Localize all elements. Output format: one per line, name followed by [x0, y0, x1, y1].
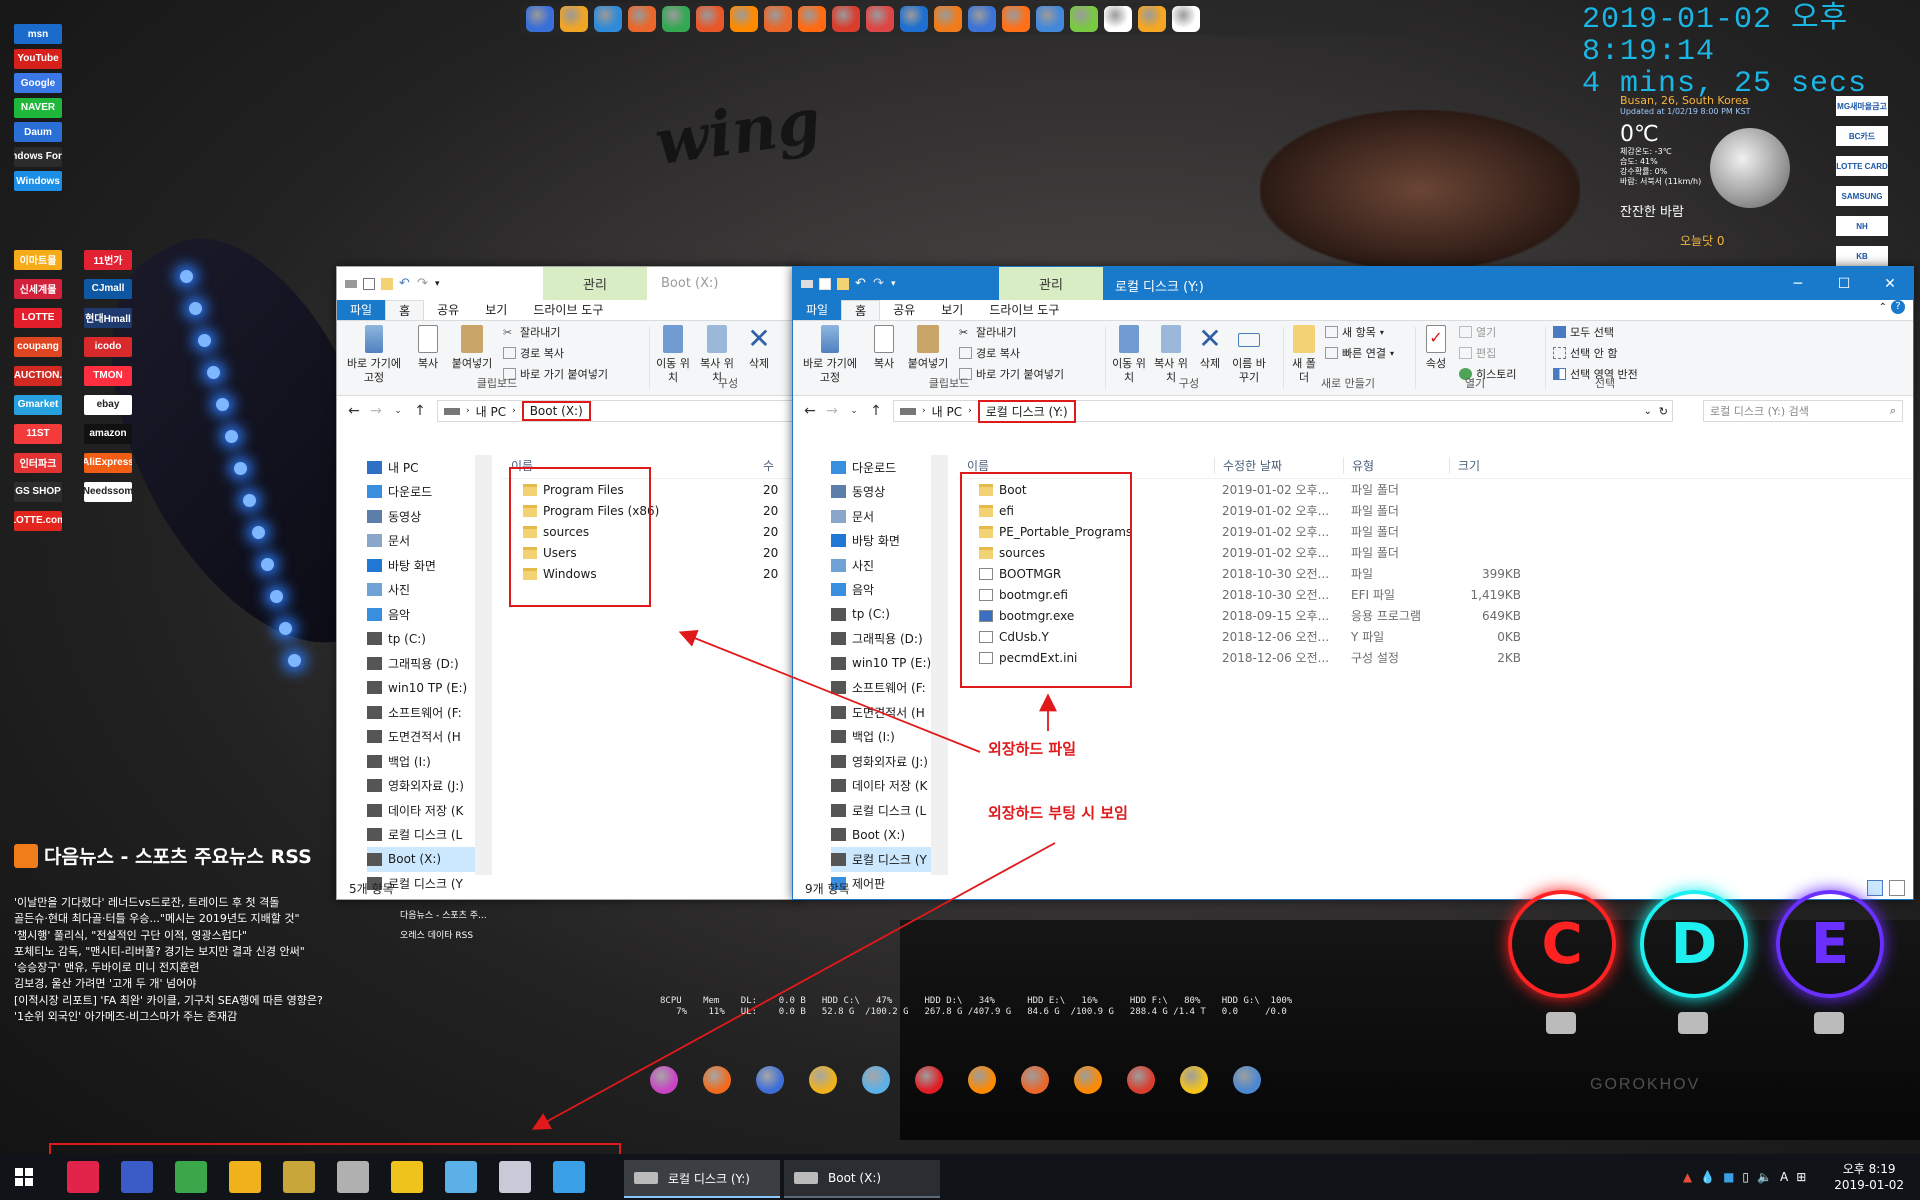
pinned-app-icon [499, 1161, 531, 1193]
pinned-app-icon [121, 1161, 153, 1193]
bottom-dock-app-icon-9[interactable] [1127, 1066, 1155, 1094]
pinned-app-icon [337, 1161, 369, 1193]
bottom-dock-app-icon-1[interactable] [703, 1066, 731, 1094]
annotation-external-files: 외장하드 파일 [988, 740, 1077, 758]
sysmon-meter: HDD F:\ 80% 288.4 G /1.4 T [1129, 996, 1206, 1017]
tray-keyboard-icon[interactable]: ⊞ [1796, 1170, 1806, 1184]
drive-icon [794, 1172, 818, 1184]
bottom-dock-app-icon-5[interactable] [915, 1066, 943, 1094]
bottom-dock-app-icon-4[interactable] [862, 1066, 890, 1094]
tray-usb-icon[interactable]: ▯ [1742, 1170, 1749, 1184]
taskbar-pinned-app-3[interactable] [218, 1154, 272, 1200]
bottom-dock-app-icon-6[interactable] [968, 1066, 996, 1094]
system-monitor: 8CPU 7% Mem 11% DL: 0.0 B UL: 0.0 B HDD C:\… [660, 996, 1292, 1018]
tray-drop-icon[interactable]: 💧 [1700, 1170, 1715, 1184]
taskbar-pinned-app-7[interactable] [434, 1154, 488, 1200]
rss-item[interactable]: [이적시장 리포트] 'FA 최완' 카이클, 기구치 SEA행에 따른 영향은… [14, 993, 344, 1009]
bottom-dock-app-icon-3[interactable] [809, 1066, 837, 1094]
taskbar-pinned-app-8[interactable] [488, 1154, 542, 1200]
bottom-dock-app-icon-2[interactable] [756, 1066, 784, 1094]
drive-icon [634, 1172, 658, 1184]
pinned-app-icon [445, 1161, 477, 1193]
system-tray: ▲ 💧 ■ ▯ 🔈 A ⊞ 오후 8:19 2019-01-02 [1683, 1154, 1920, 1200]
drive-action-icon[interactable] [1678, 1012, 1708, 1034]
taskbar-pinned-app-6[interactable] [380, 1154, 434, 1200]
drive-letter: E [1810, 911, 1850, 977]
pinned-app-icon [67, 1161, 99, 1193]
rss-widget: 다음뉴스 - 스포츠 주요뉴스 RSS '이날만을 기다렸다' 레너드vs드로잔… [14, 842, 344, 1025]
rss-item[interactable]: '1순위 외국인' 아가메즈-비그스마가 주는 존재감 [14, 1009, 344, 1025]
rss-item[interactable]: 골든슈·현대 최다골·터틀 우승..."메시는 2019년도 지배할 것" [14, 911, 344, 927]
bottom-dock-app-icon-11[interactable] [1233, 1066, 1261, 1094]
taskbar-task-local-disk-y[interactable]: 로컬 디스크 (Y:) [624, 1160, 780, 1198]
rss-item[interactable]: 김보경, 울산 가려면 '고개 두 개' 넘어야 [14, 976, 344, 992]
pinned-app-icon [175, 1161, 207, 1193]
taskbar-time: 오후 8:19 [1842, 1162, 1896, 1176]
rss-items: '이날만을 기다렸다' 레너드vs드로잔, 트레이드 후 첫 격돌 골든슈·현대 … [14, 895, 344, 1025]
windows-logo-icon [15, 1168, 33, 1186]
taskbar: 로컬 디스크 (Y:) Boot (X:) ▲ 💧 ■ ▯ 🔈 A ⊞ 오후 8… [0, 1154, 1920, 1200]
annotation-external-boot-visible: 외장하드 부팅 시 보임 [988, 804, 1128, 822]
pinned-app-icon [283, 1161, 315, 1193]
drive-action-icon[interactable] [1814, 1012, 1844, 1034]
arrow-to-boot-files [678, 629, 981, 753]
taskbar-pinned-app-0[interactable] [56, 1154, 110, 1200]
tray-shield-icon[interactable]: ■ [1723, 1170, 1734, 1184]
taskbar-task-boot-x[interactable]: Boot (X:) [784, 1160, 940, 1198]
sysmon-meter: 8CPU 7% [660, 996, 688, 1017]
bottom-dock [650, 1066, 1261, 1094]
pinned-app-icon [229, 1161, 261, 1193]
rss-item[interactable]: 포체티노 감독, "맨시티-리버풀? 경기는 보지만 결과 신경 안써" [14, 944, 344, 960]
rss-side-list: 다음뉴스 - 스포츠 주... 오레스 데이타 RSS [400, 906, 487, 946]
rss-item[interactable]: '챔시행' 풀리식, "전설적인 구단 이적, 영광스럽다" [14, 928, 344, 944]
sysmon-meter: HDD E:\ 16% 84.6 G /100.9 G [1027, 996, 1114, 1017]
drive-ring-c[interactable]: C [1508, 890, 1616, 998]
rss-item[interactable]: '이날만을 기다렸다' 레너드vs드로잔, 트레이드 후 첫 격돌 [14, 895, 344, 911]
bottom-dock-app-icon-7[interactable] [1021, 1066, 1049, 1094]
taskbar-pinned-app-2[interactable] [164, 1154, 218, 1200]
drive-ring-e[interactable]: E [1776, 890, 1884, 998]
gorokhov-watermark: GOROKHOV [1590, 1076, 1701, 1093]
volume-icon[interactable]: 🔈 [1757, 1170, 1772, 1184]
bottom-dock-app-icon-0[interactable] [650, 1066, 678, 1094]
sysmon-meter: Mem 11% [703, 996, 725, 1017]
drive-ring-d[interactable]: D [1640, 890, 1748, 998]
bottom-dock-app-icon-10[interactable] [1180, 1066, 1208, 1094]
pinned-app-icon [553, 1161, 585, 1193]
rss-title[interactable]: 다음뉴스 - 스포츠 주요뉴스 RSS [14, 842, 344, 869]
taskbar-pinned-app-1[interactable] [110, 1154, 164, 1200]
drive-letter: D [1670, 911, 1718, 977]
bottom-dock-app-icon-8[interactable] [1074, 1066, 1102, 1094]
rss-icon [14, 843, 38, 868]
ime-indicator[interactable]: A [1780, 1170, 1788, 1184]
taskbar-pinned-app-4[interactable] [272, 1154, 326, 1200]
tray-app-icon[interactable]: ▲ [1683, 1170, 1692, 1184]
sysmon-meter: HDD G:\ 100% 0.0 /0.0 [1221, 996, 1293, 1017]
taskbar-date: 2019-01-02 [1834, 1178, 1904, 1192]
sysmon-meter: HDD C:\ 47% 52.8 G /100.2 G [821, 996, 909, 1017]
taskbar-pinned-apps [56, 1154, 596, 1200]
sysmon-meter: DL: 0.0 B UL: 0.0 B [740, 996, 806, 1017]
drive-letter: C [1541, 911, 1583, 977]
rss-side-item[interactable]: 오레스 데이타 RSS [400, 926, 487, 946]
rss-item[interactable]: '승승장구' 맨유, 두바이로 미니 전지훈련 [14, 960, 344, 976]
sysmon-meter: HDD D:\ 34% 267.8 G /407.9 G [924, 996, 1012, 1017]
pinned-app-icon [391, 1161, 423, 1193]
start-button[interactable] [0, 1154, 48, 1200]
drive-action-icon[interactable] [1546, 1012, 1576, 1034]
rss-side-item[interactable]: 다음뉴스 - 스포츠 주... [400, 906, 487, 926]
taskbar-pinned-app-9[interactable] [542, 1154, 596, 1200]
taskbar-clock[interactable]: 오후 8:19 2019-01-02 [1834, 1161, 1904, 1193]
taskbar-pinned-app-5[interactable] [326, 1154, 380, 1200]
